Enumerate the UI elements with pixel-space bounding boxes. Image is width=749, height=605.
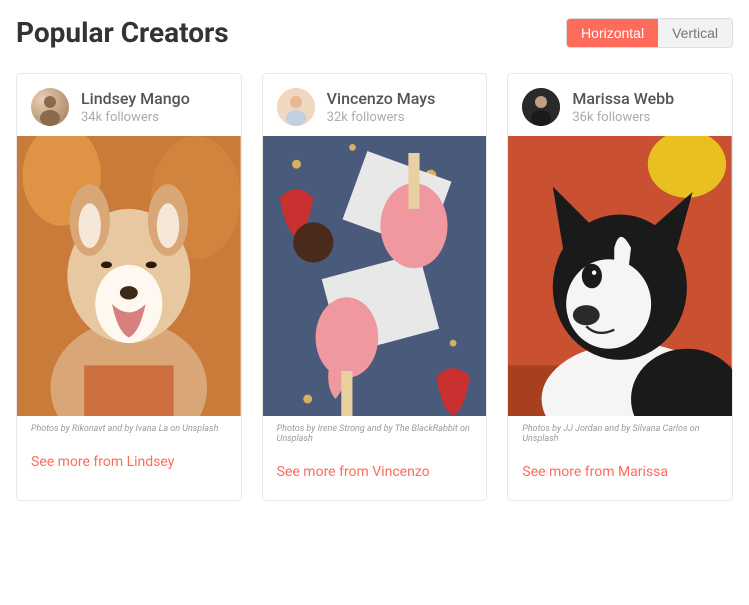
photo-credit: Photos by JJ Jordan and by Silvana Carlo… [508,416,732,448]
see-more-link[interactable]: See more from Marissa [508,448,732,500]
page-title: Popular Creators [16,16,229,49]
creator-cards: Lindsey Mango 34k followers Photos by Ri… [16,73,733,501]
creator-header: Vincenzo Mays 32k followers [263,74,487,136]
horizontal-toggle-button[interactable]: Horizontal [567,19,658,47]
photo-credit: Photos by Rikonavt and by Ivana La on Un… [17,416,241,438]
avatar [277,88,315,126]
creator-followers: 34k followers [81,110,190,125]
creator-header: Lindsey Mango 34k followers [17,74,241,136]
avatar [31,88,69,126]
avatar [522,88,560,126]
creator-photo [508,136,732,416]
creator-info: Marissa Webb 36k followers [572,89,674,125]
creator-card: Vincenzo Mays 32k followers Photos by Ir… [262,73,488,501]
creator-header: Marissa Webb 36k followers [508,74,732,136]
creator-followers: 32k followers [327,110,436,125]
creator-info: Lindsey Mango 34k followers [81,89,190,125]
layout-toggle-group: Horizontal Vertical [566,18,733,48]
creator-photo [17,136,241,416]
see-more-link[interactable]: See more from Lindsey [17,438,241,490]
vertical-toggle-button[interactable]: Vertical [658,19,732,47]
creator-followers: 36k followers [572,110,674,125]
creator-info: Vincenzo Mays 32k followers [327,89,436,125]
creator-name: Vincenzo Mays [327,89,436,108]
creator-card: Lindsey Mango 34k followers Photos by Ri… [16,73,242,501]
see-more-link[interactable]: See more from Vincenzo [263,448,487,500]
creator-card: Marissa Webb 36k followers Photos by JJ … [507,73,733,501]
header: Popular Creators Horizontal Vertical [16,16,733,49]
photo-credit: Photos by Irene Strong and by The BlackR… [263,416,487,448]
creator-photo [263,136,487,416]
creator-name: Marissa Webb [572,89,674,108]
creator-name: Lindsey Mango [81,89,190,108]
